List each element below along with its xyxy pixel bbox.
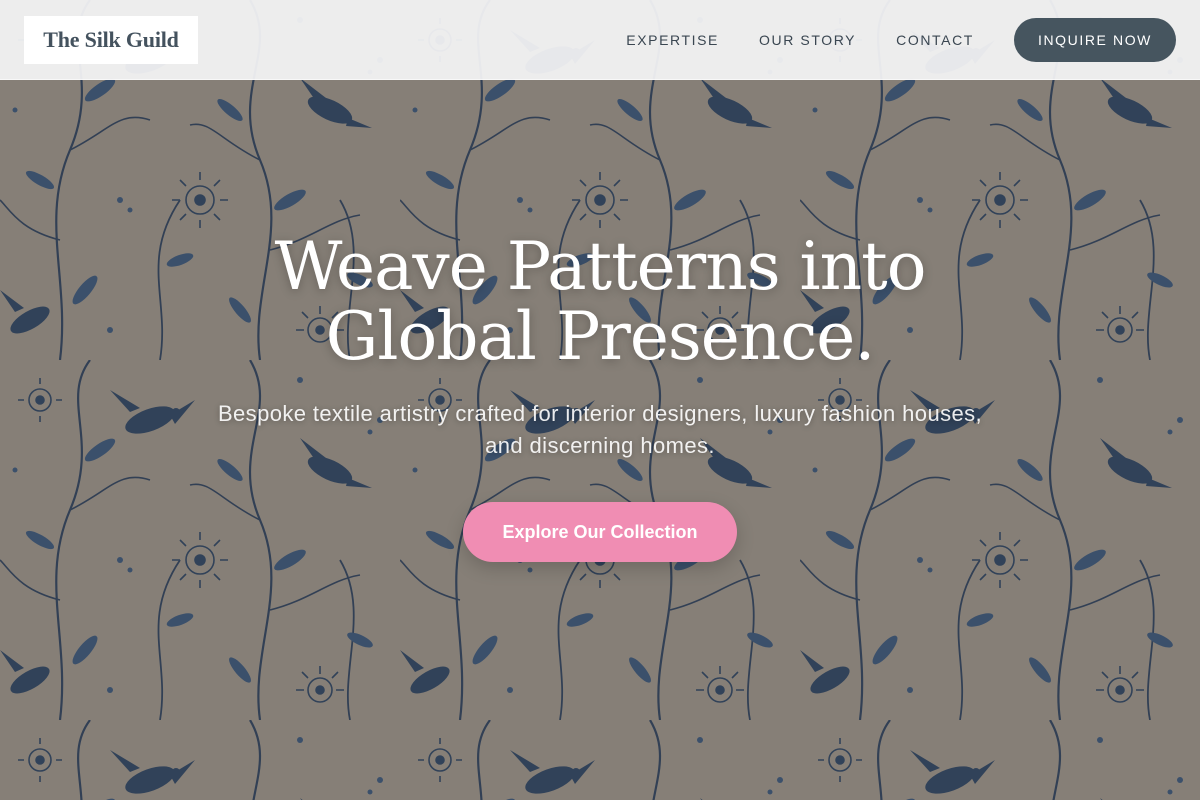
hero-subtitle-line-2: and discerning homes. xyxy=(485,433,715,458)
hero-section: Weave Patterns into Global Presence. Bes… xyxy=(0,232,1200,562)
nav-link-our-story[interactable]: OUR STORY xyxy=(759,32,856,48)
hero-subtitle: Bespoke textile artistry crafted for int… xyxy=(170,398,1030,462)
main-nav: EXPERTISE OUR STORY CONTACT INQUIRE NOW xyxy=(626,0,1176,80)
landing-page: The Silk Guild EXPERTISE OUR STORY CONTA… xyxy=(0,0,1200,800)
hero-title: Weave Patterns into Global Presence. xyxy=(150,232,1050,372)
hero-title-line-2: Global Presence. xyxy=(325,298,876,375)
hero-subtitle-line-1: Bespoke textile artistry crafted for int… xyxy=(217,401,983,426)
site-header: The Silk Guild EXPERTISE OUR STORY CONTA… xyxy=(0,0,1200,80)
inquire-now-button[interactable]: INQUIRE NOW xyxy=(1013,18,1176,62)
hero-title-line-1: Weave Patterns into xyxy=(274,228,927,305)
nav-link-contact[interactable]: CONTACT xyxy=(896,32,974,48)
nav-link-expertise[interactable]: EXPERTISE xyxy=(626,32,719,48)
explore-collection-button[interactable]: Explore Our Collection xyxy=(463,502,737,562)
brand-logo[interactable]: The Silk Guild xyxy=(24,16,198,64)
